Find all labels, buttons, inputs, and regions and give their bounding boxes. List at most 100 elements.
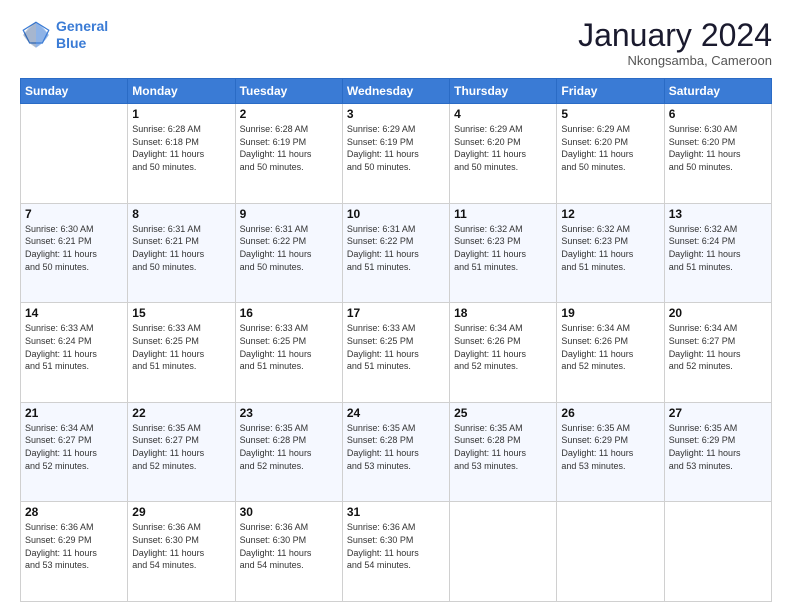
day-info: Sunrise: 6:36 AMSunset: 6:30 PMDaylight:… [132, 521, 230, 571]
day-number: 27 [669, 406, 767, 420]
calendar-cell: 5 Sunrise: 6:29 AMSunset: 6:20 PMDaylight… [557, 104, 664, 204]
header-friday: Friday [557, 79, 664, 104]
calendar-cell: 23Sunrise: 6:35 AMSunset: 6:28 PMDayligh… [235, 402, 342, 502]
header-saturday: Saturday [664, 79, 771, 104]
day-number: 3 [347, 107, 445, 121]
calendar-week-2: 7 Sunrise: 6:30 AMSunset: 6:21 PMDaylight… [21, 203, 772, 303]
day-info: Sunrise: 6:28 AMSunset: 6:18 PMDaylight:… [132, 123, 230, 173]
day-info: Sunrise: 6:29 AMSunset: 6:20 PMDaylight:… [454, 123, 552, 173]
day-info: Sunrise: 6:31 AMSunset: 6:21 PMDaylight:… [132, 223, 230, 273]
day-info: Sunrise: 6:28 AMSunset: 6:19 PMDaylight:… [240, 123, 338, 173]
day-info: Sunrise: 6:35 AMSunset: 6:28 PMDaylight:… [347, 422, 445, 472]
header-thursday: Thursday [450, 79, 557, 104]
location: Nkongsamba, Cameroon [578, 53, 772, 68]
calendar-week-1: 1Sunrise: 6:28 AMSunset: 6:18 PMDaylight… [21, 104, 772, 204]
day-number: 23 [240, 406, 338, 420]
day-info: Sunrise: 6:36 AMSunset: 6:30 PMDaylight:… [240, 521, 338, 571]
calendar-table: Sunday Monday Tuesday Wednesday Thursday… [20, 78, 772, 602]
day-info: Sunrise: 6:34 AMSunset: 6:26 PMDaylight:… [454, 322, 552, 372]
day-info: Sunrise: 6:32 AMSunset: 6:24 PMDaylight:… [669, 223, 767, 273]
calendar-cell: 14 Sunrise: 6:33 AMSunset: 6:24 PMDayligh… [21, 303, 128, 403]
calendar-cell: 20 Sunrise: 6:34 AMSunset: 6:27 PMDayligh… [664, 303, 771, 403]
calendar-cell: 9 Sunrise: 6:31 AMSunset: 6:22 PMDaylight… [235, 203, 342, 303]
day-number: 8 [132, 207, 230, 221]
day-number: 2 [240, 107, 338, 121]
day-number: 18 [454, 306, 552, 320]
logo-text: General Blue [56, 18, 108, 52]
calendar-cell: 25Sunrise: 6:35 AMSunset: 6:28 PMDayligh… [450, 402, 557, 502]
header-sunday: Sunday [21, 79, 128, 104]
day-info: Sunrise: 6:29 AMSunset: 6:19 PMDaylight:… [347, 123, 445, 173]
calendar-cell: 21 Sunrise: 6:34 AMSunset: 6:27 PMDayligh… [21, 402, 128, 502]
day-number: 7 [25, 207, 123, 221]
day-number: 16 [240, 306, 338, 320]
day-number: 22 [132, 406, 230, 420]
calendar-cell: 28 Sunrise: 6:36 AMSunset: 6:29 PMDayligh… [21, 502, 128, 602]
page: General Blue January 2024 Nkongsamba, Ca… [0, 0, 792, 612]
calendar-week-3: 14 Sunrise: 6:33 AMSunset: 6:24 PMDayligh… [21, 303, 772, 403]
day-number: 6 [669, 107, 767, 121]
month-title: January 2024 [578, 18, 772, 53]
calendar-header: Sunday Monday Tuesday Wednesday Thursday… [21, 79, 772, 104]
day-number: 4 [454, 107, 552, 121]
day-info: Sunrise: 6:29 AMSunset: 6:20 PMDaylight:… [561, 123, 659, 173]
header-row: Sunday Monday Tuesday Wednesday Thursday… [21, 79, 772, 104]
day-number: 5 [561, 107, 659, 121]
day-number: 20 [669, 306, 767, 320]
day-number: 11 [454, 207, 552, 221]
day-info: Sunrise: 6:31 AMSunset: 6:22 PMDaylight:… [240, 223, 338, 273]
calendar-cell [557, 502, 664, 602]
day-number: 12 [561, 207, 659, 221]
calendar-cell: 6 Sunrise: 6:30 AMSunset: 6:20 PMDaylight… [664, 104, 771, 204]
calendar-cell: 13 Sunrise: 6:32 AMSunset: 6:24 PMDayligh… [664, 203, 771, 303]
day-number: 26 [561, 406, 659, 420]
day-number: 24 [347, 406, 445, 420]
logo-line1: General [56, 18, 108, 34]
day-number: 15 [132, 306, 230, 320]
calendar-cell: 18 Sunrise: 6:34 AMSunset: 6:26 PMDayligh… [450, 303, 557, 403]
calendar-week-5: 28 Sunrise: 6:36 AMSunset: 6:29 PMDayligh… [21, 502, 772, 602]
calendar-cell: 24 Sunrise: 6:35 AMSunset: 6:28 PMDayligh… [342, 402, 449, 502]
calendar-cell: 8 Sunrise: 6:31 AMSunset: 6:21 PMDaylight… [128, 203, 235, 303]
calendar-cell: 12Sunrise: 6:32 AMSunset: 6:23 PMDayligh… [557, 203, 664, 303]
day-number: 14 [25, 306, 123, 320]
day-info: Sunrise: 6:32 AMSunset: 6:23 PMDaylight:… [454, 223, 552, 273]
calendar-cell [450, 502, 557, 602]
day-number: 9 [240, 207, 338, 221]
day-info: Sunrise: 6:36 AMSunset: 6:29 PMDaylight:… [25, 521, 123, 571]
day-info: Sunrise: 6:33 AMSunset: 6:25 PMDaylight:… [347, 322, 445, 372]
day-number: 31 [347, 505, 445, 519]
calendar-cell: 29 Sunrise: 6:36 AMSunset: 6:30 PMDayligh… [128, 502, 235, 602]
header-wednesday: Wednesday [342, 79, 449, 104]
day-number: 19 [561, 306, 659, 320]
day-number: 25 [454, 406, 552, 420]
calendar-cell: 31 Sunrise: 6:36 AMSunset: 6:30 PMDayligh… [342, 502, 449, 602]
calendar-cell: 30Sunrise: 6:36 AMSunset: 6:30 PMDayligh… [235, 502, 342, 602]
day-info: Sunrise: 6:34 AMSunset: 6:27 PMDaylight:… [669, 322, 767, 372]
day-number: 21 [25, 406, 123, 420]
day-info: Sunrise: 6:36 AMSunset: 6:30 PMDaylight:… [347, 521, 445, 571]
day-info: Sunrise: 6:35 AMSunset: 6:27 PMDaylight:… [132, 422, 230, 472]
day-info: Sunrise: 6:34 AMSunset: 6:27 PMDaylight:… [25, 422, 123, 472]
day-info: Sunrise: 6:30 AMSunset: 6:21 PMDaylight:… [25, 223, 123, 273]
calendar-cell: 2 Sunrise: 6:28 AMSunset: 6:19 PMDaylight… [235, 104, 342, 204]
day-info: Sunrise: 6:30 AMSunset: 6:20 PMDaylight:… [669, 123, 767, 173]
day-info: Sunrise: 6:33 AMSunset: 6:24 PMDaylight:… [25, 322, 123, 372]
calendar-cell: 10 Sunrise: 6:31 AMSunset: 6:22 PMDayligh… [342, 203, 449, 303]
day-info: Sunrise: 6:31 AMSunset: 6:22 PMDaylight:… [347, 223, 445, 273]
header-monday: Monday [128, 79, 235, 104]
day-number: 13 [669, 207, 767, 221]
calendar-week-4: 21 Sunrise: 6:34 AMSunset: 6:27 PMDayligh… [21, 402, 772, 502]
title-block: January 2024 Nkongsamba, Cameroon [578, 18, 772, 68]
day-info: Sunrise: 6:35 AMSunset: 6:29 PMDaylight:… [669, 422, 767, 472]
day-number: 28 [25, 505, 123, 519]
calendar-cell: 15 Sunrise: 6:33 AMSunset: 6:25 PMDayligh… [128, 303, 235, 403]
calendar-cell: 7 Sunrise: 6:30 AMSunset: 6:21 PMDaylight… [21, 203, 128, 303]
day-number: 10 [347, 207, 445, 221]
calendar-body: 1Sunrise: 6:28 AMSunset: 6:18 PMDaylight… [21, 104, 772, 602]
day-info: Sunrise: 6:33 AMSunset: 6:25 PMDaylight:… [132, 322, 230, 372]
day-number: 29 [132, 505, 230, 519]
calendar-cell: 22 Sunrise: 6:35 AMSunset: 6:27 PMDayligh… [128, 402, 235, 502]
header: General Blue January 2024 Nkongsamba, Ca… [20, 18, 772, 68]
logo-icon [20, 19, 52, 51]
